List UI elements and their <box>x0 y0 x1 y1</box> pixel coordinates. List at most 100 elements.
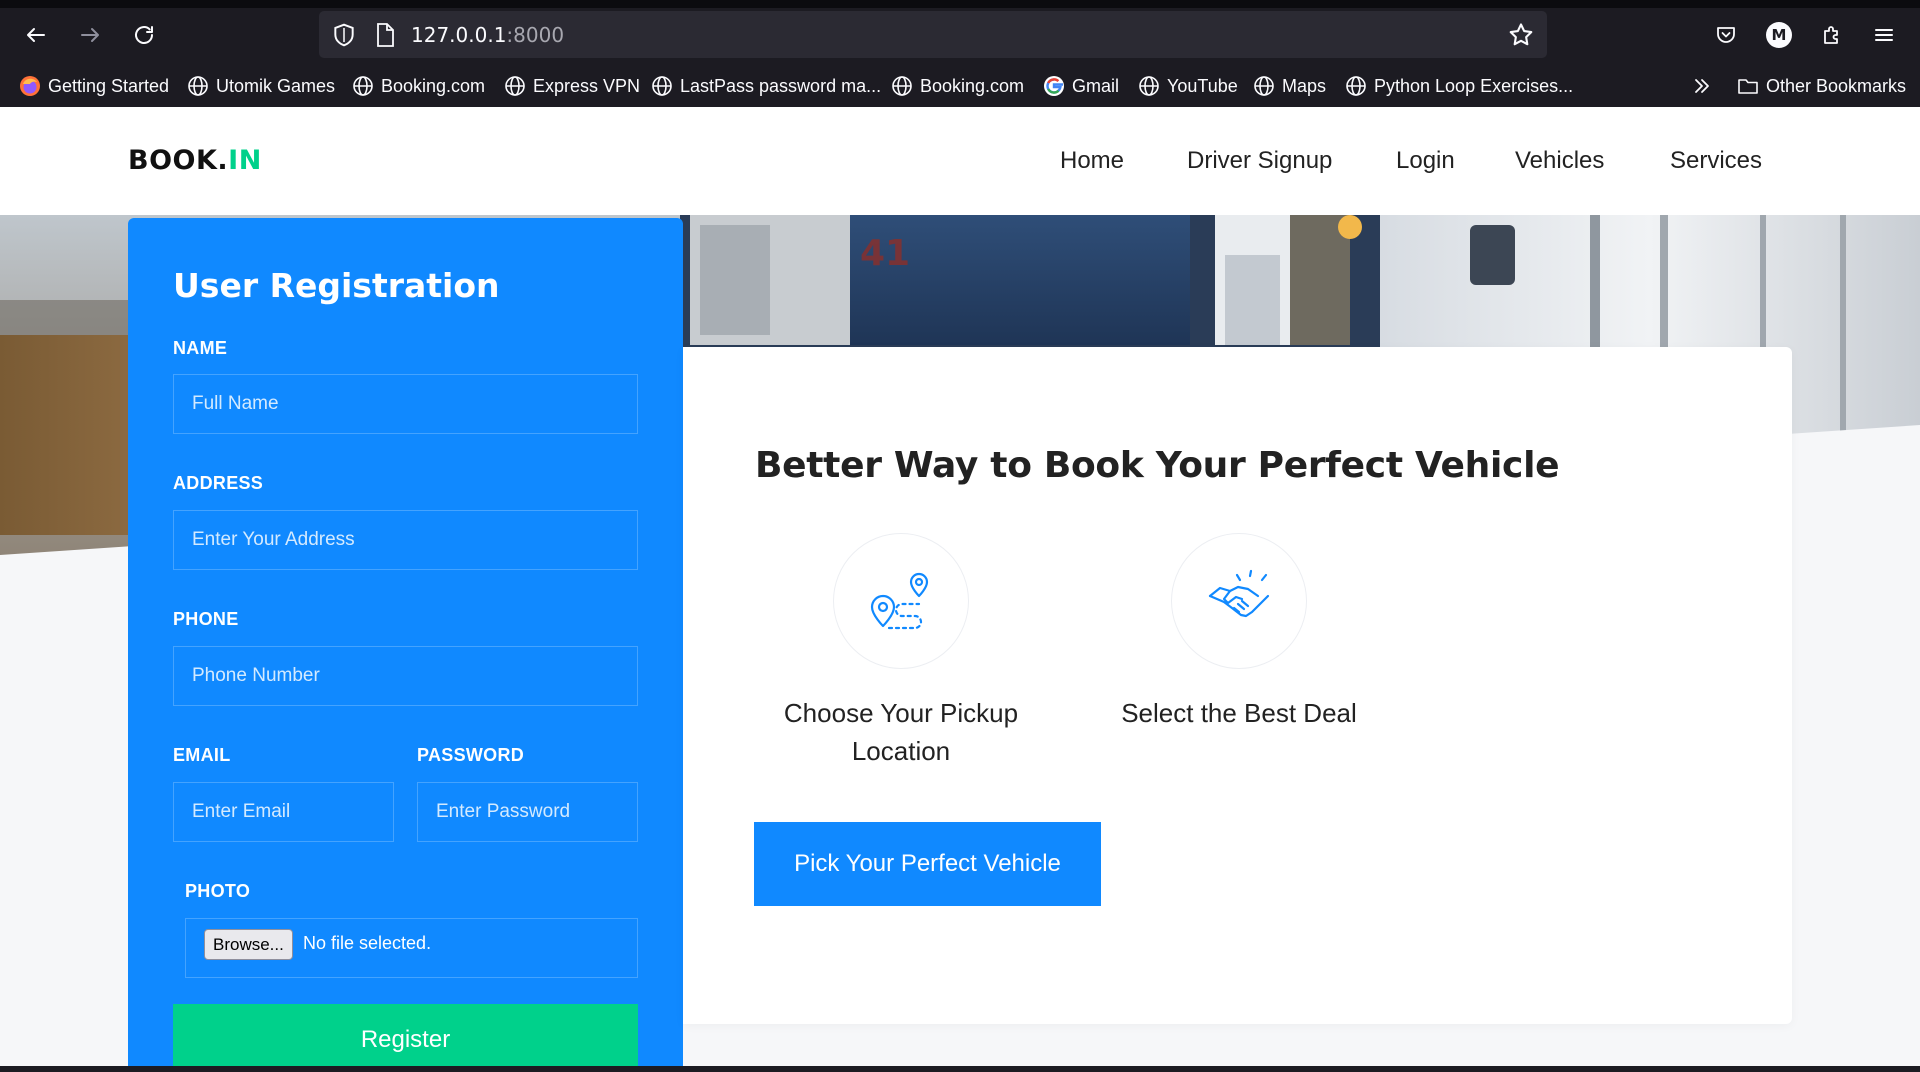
name-label: NAME <box>173 338 228 358</box>
globe-icon <box>186 74 210 98</box>
name-field[interactable] <box>173 374 638 434</box>
svg-text:41: 41 <box>860 233 910 274</box>
double-chevron-icon <box>1690 74 1714 98</box>
bookmark-label: Python Loop Exercises... <box>1374 75 1574 96</box>
phone-field[interactable] <box>173 646 638 706</box>
bookmark-item[interactable]: Getting Started <box>18 70 169 102</box>
bookmark-label: Utomik Games <box>216 75 336 96</box>
bookmarks-toolbar: Getting Started Utomik Games Booking.com… <box>0 70 1920 102</box>
map-route-icon <box>870 572 929 630</box>
google-icon <box>1042 74 1066 98</box>
browse-button[interactable]: Browse... <box>204 929 293 960</box>
bookmark-item[interactable]: Utomik Games <box>186 70 335 102</box>
bookmark-label: Booking.com <box>920 75 1025 96</box>
url-text[interactable]: 127.0.0.1:8000 <box>411 22 564 48</box>
feature-pickup-line1: Choose Your Pickup <box>783 698 1019 728</box>
shield-icon[interactable] <box>331 22 357 48</box>
folder-icon <box>1736 74 1760 98</box>
feature-deal-text: Select the Best Deal <box>1083 694 1395 732</box>
reload-button[interactable] <box>126 17 162 53</box>
email-field[interactable] <box>173 782 394 842</box>
password-label: PASSWORD <box>417 745 525 765</box>
register-button[interactable]: Register <box>173 1004 638 1072</box>
bookmark-label: Gmail <box>1072 75 1120 96</box>
globe-icon <box>351 74 375 98</box>
pocket-button[interactable] <box>1708 17 1744 53</box>
feature-pickup-circle <box>833 533 969 669</box>
registration-form: User Registration NAME ADDRESS PHONE EMA… <box>128 218 683 1072</box>
hamburger-icon <box>1875 29 1893 41</box>
feature-card: Better Way to Book Your Perfect Vehicle … <box>683 347 1792 1024</box>
puzzle-icon <box>1824 26 1838 44</box>
firefox-icon <box>18 74 42 98</box>
back-button[interactable] <box>18 17 54 53</box>
bookmark-item[interactable]: Python Loop Exercises... <box>1344 70 1573 102</box>
nav-services[interactable]: Services <box>1670 147 1762 175</box>
pick-vehicle-button[interactable]: Pick Your Perfect Vehicle <box>754 822 1101 906</box>
bookmark-item[interactable]: Gmail <box>1042 70 1119 102</box>
headline: Better Way to Book Your Perfect Vehicle <box>755 445 1560 486</box>
page-icon <box>377 23 394 47</box>
tab-strip <box>0 0 1920 8</box>
avatar: M <box>1766 22 1792 48</box>
bookmark-label: YouTube <box>1167 75 1238 96</box>
globe-icon <box>890 74 914 98</box>
other-bookmarks-label: Other Bookmarks <box>1766 75 1907 96</box>
feature-deal-circle <box>1171 533 1307 669</box>
bookmark-item[interactable]: Express VPN <box>503 70 640 102</box>
globe-icon <box>1137 74 1161 98</box>
other-bookmarks[interactable]: Other Bookmarks <box>1736 70 1906 102</box>
bookmark-label: Maps <box>1282 75 1327 96</box>
globe-icon <box>1344 74 1368 98</box>
globe-icon <box>650 74 674 98</box>
bookmark-item[interactable]: Booking.com <box>890 70 1024 102</box>
form-title: User Registration <box>173 266 500 305</box>
extensions-button[interactable] <box>1814 17 1850 53</box>
forward-button[interactable] <box>72 17 108 53</box>
photo-label: PHOTO <box>185 881 251 901</box>
email-label: EMAIL <box>173 745 231 765</box>
account-button[interactable]: M <box>1761 17 1797 53</box>
nav-vehicles[interactable]: Vehicles <box>1515 147 1604 175</box>
window-bottom-edge <box>0 1066 1920 1072</box>
password-field[interactable] <box>417 782 638 842</box>
reload-icon <box>135 26 153 44</box>
logo-accent: IN <box>228 145 262 176</box>
nav-driver-signup[interactable]: Driver Signup <box>1187 147 1332 175</box>
site-navbar: BOOK.IN Home Driver Signup Login Vehicle… <box>0 107 1920 215</box>
address-bar[interactable]: 127.0.0.1:8000 <box>319 11 1547 58</box>
bookmark-star-icon[interactable] <box>1507 21 1535 49</box>
bookmark-item[interactable]: LastPass password ma... <box>650 70 881 102</box>
logo-main: BOOK. <box>128 145 229 176</box>
feature-pickup-line2: Location <box>851 736 951 766</box>
bookmark-label: Getting Started <box>48 75 170 96</box>
bookmark-item[interactable]: Booking.com <box>351 70 485 102</box>
photo-file-input[interactable]: Browse... No file selected. <box>185 918 638 978</box>
bookmark-item[interactable]: Maps <box>1252 70 1326 102</box>
nav-home[interactable]: Home <box>1060 147 1124 175</box>
globe-icon <box>503 74 527 98</box>
feature-pickup-text: Choose Your Pickup Location <box>753 694 1049 770</box>
back-arrow-icon <box>27 28 45 42</box>
address-label: ADDRESS <box>173 473 264 493</box>
browser-chrome: 127.0.0.1:8000 M Getting Started Utomik … <box>0 0 1920 107</box>
bookmark-label: Booking.com <box>381 75 486 96</box>
url-port: :8000 <box>506 23 565 47</box>
address-field[interactable] <box>173 510 638 570</box>
bookmark-item[interactable]: YouTube <box>1137 70 1238 102</box>
bookmarks-overflow-button[interactable] <box>1690 70 1714 102</box>
site-logo[interactable]: BOOK.IN <box>128 145 262 176</box>
bookmark-label: LastPass password ma... <box>680 75 882 96</box>
handshake-icon <box>1208 569 1270 618</box>
menu-button[interactable] <box>1866 17 1902 53</box>
avatar-initial: M <box>1771 26 1787 44</box>
feature-deal-line1: Select the Best Deal <box>1121 698 1357 728</box>
phone-label: PHONE <box>173 609 239 629</box>
nav-login[interactable]: Login <box>1396 147 1455 175</box>
globe-icon <box>1252 74 1276 98</box>
url-host: 127.0.0.1 <box>411 23 507 47</box>
file-status: No file selected. <box>303 933 432 953</box>
bookmark-label: Express VPN <box>533 75 641 96</box>
pocket-icon <box>1717 27 1735 43</box>
forward-arrow-icon <box>81 28 99 42</box>
